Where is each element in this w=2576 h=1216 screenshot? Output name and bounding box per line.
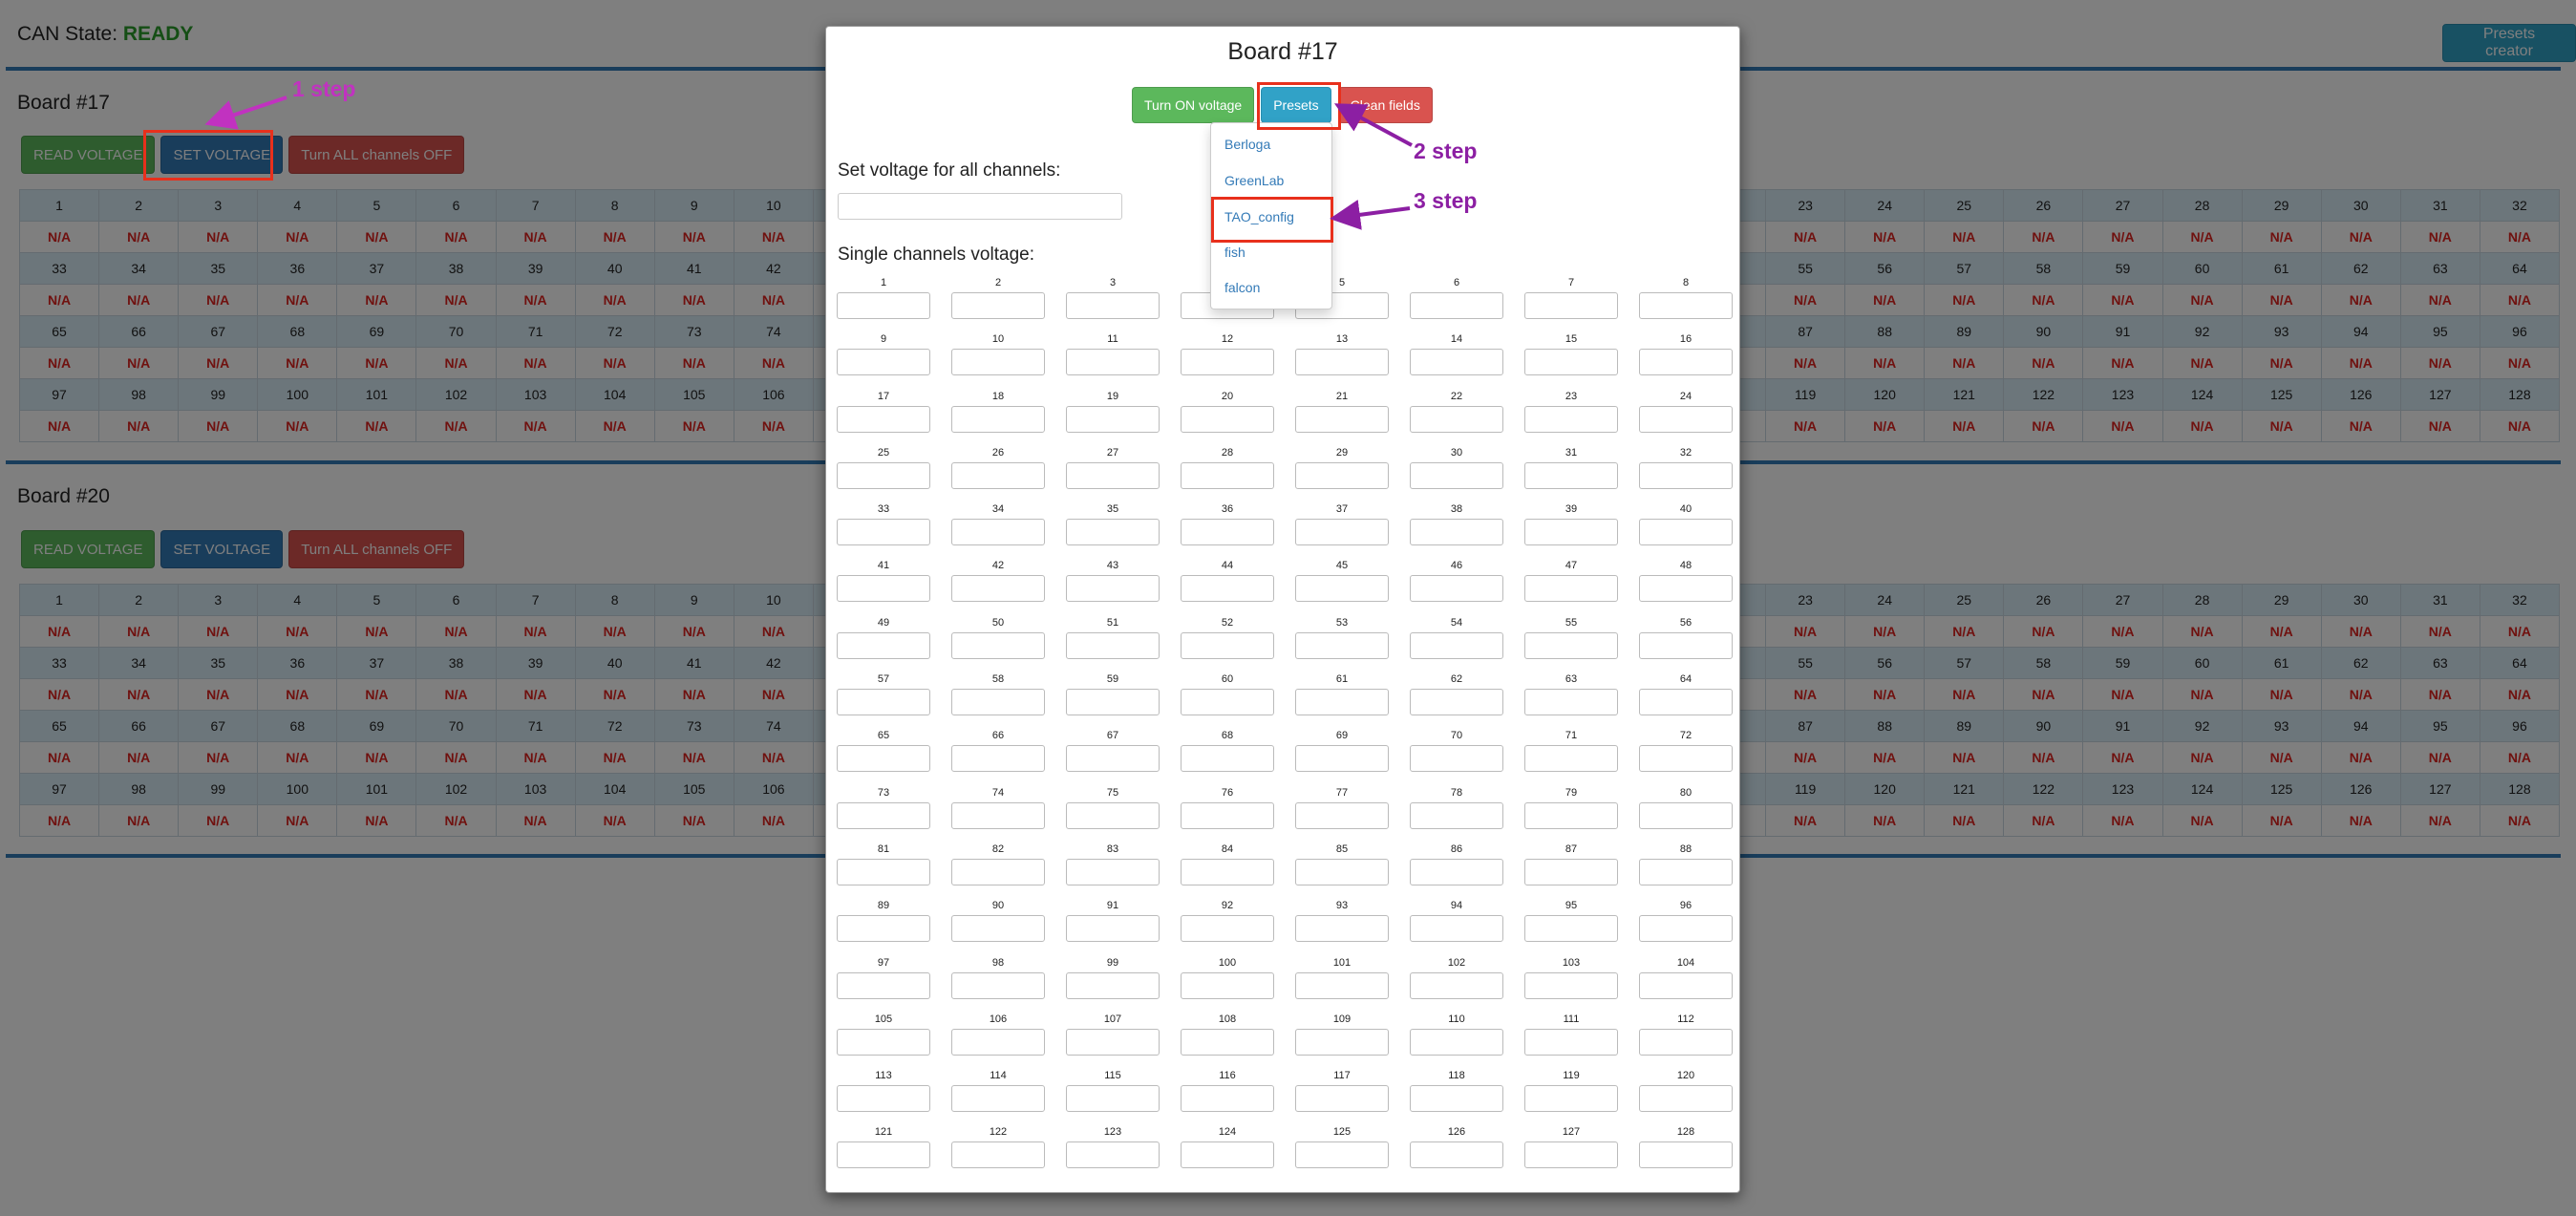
annotation-arrows [204, 96, 1413, 230]
step3-arrow [1330, 200, 1411, 230]
step1-arrow [204, 96, 287, 130]
step2-arrow [1333, 103, 1413, 147]
